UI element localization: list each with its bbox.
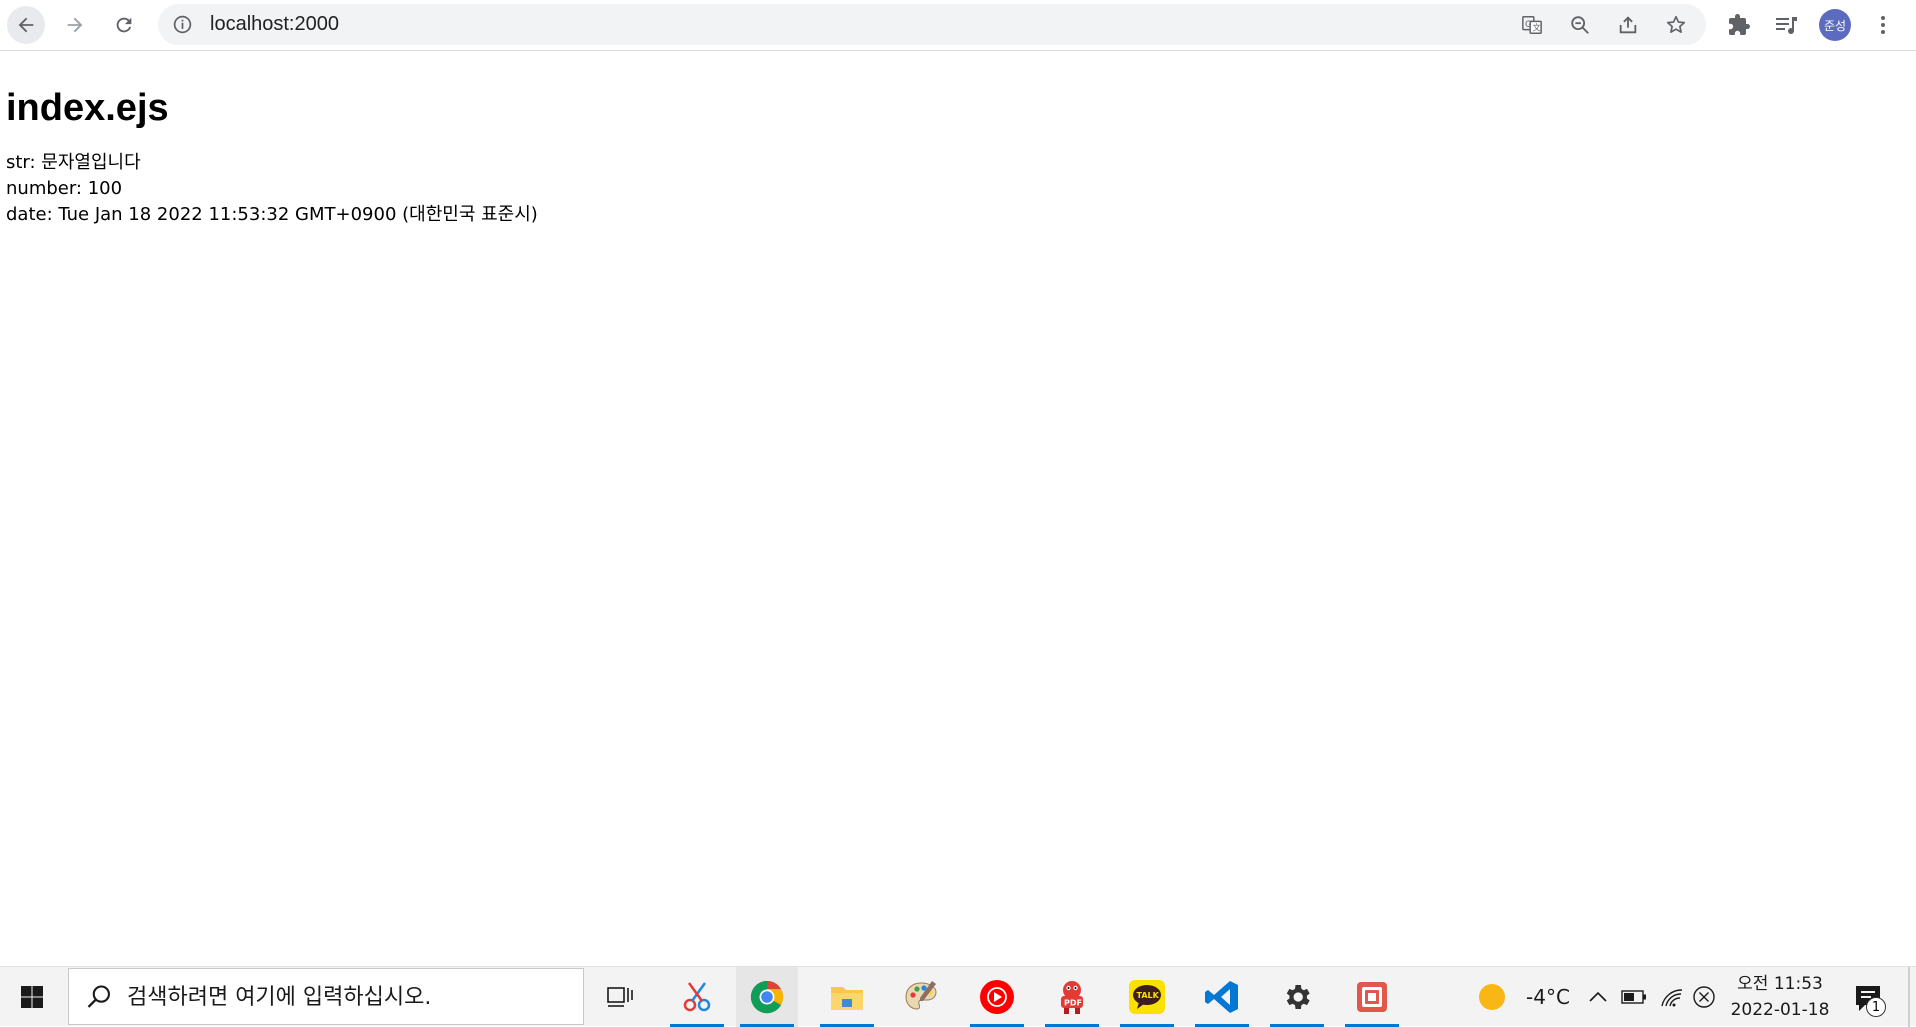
taskbar-app-vscode[interactable] — [1191, 967, 1253, 1027]
taskbar-app-paint[interactable] — [890, 967, 952, 1027]
forward-button[interactable] — [56, 6, 94, 44]
taskbar-app-youtube-music[interactable] — [966, 967, 1028, 1027]
profile-avatar[interactable]: 준성 — [1819, 9, 1851, 41]
arrow-right-icon — [67, 17, 83, 33]
taskbar-app-kakaotalk[interactable]: TALK — [1116, 967, 1178, 1027]
wifi-icon — [1661, 989, 1683, 1007]
taskbar-app-chrome[interactable] — [736, 967, 798, 1027]
vscode-icon — [1205, 981, 1238, 1013]
search-icon — [87, 985, 110, 1008]
tray-overflow-button[interactable] — [1586, 967, 1610, 1027]
start-button[interactable] — [0, 967, 64, 1027]
clock-date: 2022-01-18 — [1730, 1000, 1830, 1020]
task-view-icon — [607, 987, 633, 1007]
bookmark-star-icon[interactable] — [1665, 14, 1687, 36]
media-queue-icon[interactable] — [1774, 13, 1798, 37]
pdf-character-icon: PDF — [1061, 981, 1083, 1014]
back-button[interactable] — [7, 6, 45, 44]
paint-palette-icon — [905, 981, 937, 1010]
taskbar-app-file-explorer[interactable] — [816, 967, 878, 1027]
close-circle-icon — [1693, 986, 1715, 1008]
address-bar[interactable]: localhost:2000 G文 — [158, 4, 1706, 45]
weather-temperature[interactable]: -4°C — [1518, 967, 1578, 1027]
translate-icon[interactable]: G文 — [1521, 14, 1543, 36]
page-title: index.ejs — [6, 87, 169, 129]
page-content: index.ejs str: 문자열입니다 number: 100 date: … — [6, 66, 538, 228]
reload-button[interactable] — [105, 6, 143, 44]
zoom-out-icon[interactable] — [1569, 14, 1591, 36]
share-icon[interactable] — [1617, 14, 1639, 36]
taskbar-search-box[interactable]: 검색하려면 여기에 입력하십시오. — [68, 968, 584, 1025]
taskbar-app-snipping[interactable] — [666, 967, 728, 1027]
gear-icon — [1286, 985, 1310, 1009]
str-line: str: 문자열입니다 — [6, 152, 141, 173]
browser-toolbar: localhost:2000 G文 준성 — [0, 0, 1916, 51]
svg-text:TALK: TALK — [1137, 991, 1160, 1000]
presentation-icon — [1357, 982, 1387, 1012]
number-line: number: 100 — [6, 178, 123, 199]
network-indicator[interactable] — [1658, 967, 1686, 1027]
chrome-icon — [750, 980, 784, 1014]
reload-icon — [116, 17, 132, 33]
more-vertical-icon[interactable] — [1871, 13, 1895, 37]
chevron-up-icon — [1589, 991, 1607, 1002]
battery-icon — [1621, 990, 1646, 1004]
info-icon[interactable] — [172, 14, 193, 35]
arrow-left-icon — [18, 17, 34, 33]
talk-bubble-icon: TALK — [1129, 980, 1165, 1014]
taskbar-app-pdf[interactable]: PDF — [1041, 967, 1103, 1027]
volume-muted-indicator[interactable] — [1690, 967, 1718, 1027]
sun-icon — [1479, 984, 1505, 1010]
taskbar-app-settings[interactable] — [1266, 967, 1328, 1027]
url-text[interactable]: localhost:2000 — [210, 4, 339, 45]
taskbar-clock[interactable]: 오전 11:53 2022-01-18 — [1722, 971, 1838, 1023]
windows-logo-icon — [21, 986, 43, 1008]
extensions-puzzle-icon[interactable] — [1727, 13, 1751, 37]
play-circle-icon — [980, 980, 1014, 1014]
windows-taskbar: 검색하려면 여기에 입력하십시오. PDF TALK -4°C 오전 11:53… — [0, 966, 1916, 1027]
clock-time: 오전 11:53 — [1737, 974, 1823, 994]
folder-icon — [831, 987, 863, 1010]
weather-widget[interactable] — [1474, 967, 1510, 1027]
svg-text:文: 文 — [1532, 23, 1540, 33]
show-desktop-button[interactable] — [1908, 967, 1910, 1027]
scissors-icon — [683, 982, 711, 1012]
search-placeholder[interactable]: 검색하려면 여기에 입력하십시오. — [127, 969, 431, 1026]
date-line: date: Tue Jan 18 2022 11:53:32 GMT+0900 … — [6, 204, 538, 225]
battery-indicator[interactable] — [1620, 967, 1648, 1027]
task-view-button[interactable] — [600, 967, 640, 1027]
svg-text:PDF: PDF — [1064, 999, 1082, 1008]
taskbar-app-presentation[interactable] — [1341, 967, 1403, 1027]
notification-count-badge: 1 — [1866, 997, 1886, 1017]
